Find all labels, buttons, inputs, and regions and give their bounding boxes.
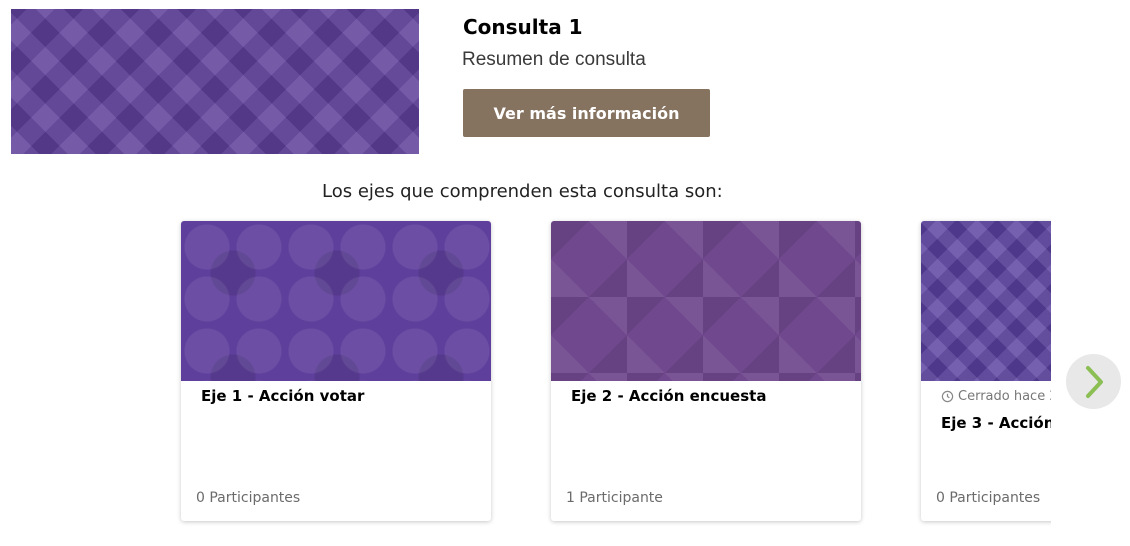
consultation-summary: Resumen de consulta xyxy=(462,49,646,70)
axis-card-image xyxy=(551,221,861,381)
axis-card-1[interactable]: Eje 1 - Acción votar 0 Participantes xyxy=(181,221,491,521)
consultation-banner-image xyxy=(11,9,419,154)
more-info-button[interactable]: Ver más información xyxy=(463,89,710,137)
axis-card-2[interactable]: Eje 2 - Acción encuesta 1 Participante xyxy=(551,221,861,521)
axes-intro-text: Los ejes que comprenden esta consulta so… xyxy=(322,181,723,202)
axis-card-status: Cerrado hace 2 xyxy=(941,389,1051,404)
carousel-next-button[interactable] xyxy=(1066,354,1121,409)
axis-card-image xyxy=(181,221,491,381)
axis-card-participants: 1 Participante xyxy=(566,490,663,506)
axis-card-image xyxy=(921,221,1051,381)
clock-icon xyxy=(941,390,954,403)
axis-card-title: Eje 1 - Acción votar xyxy=(201,387,365,405)
consultation-title: Consulta 1 xyxy=(463,15,583,39)
axis-card-title: Eje 2 - Acción encuesta xyxy=(571,387,767,405)
axis-card-3[interactable]: Cerrado hace 2 Eje 3 - Acción j 0 Partic… xyxy=(921,221,1051,521)
axis-card-participants: 0 Participantes xyxy=(936,490,1041,506)
chevron-right-icon xyxy=(1085,365,1103,398)
axis-card-participants: 0 Participantes xyxy=(196,490,301,506)
axis-card-title: Eje 3 - Acción j xyxy=(941,414,1051,432)
axes-carousel: Eje 1 - Acción votar 0 Participantes Eje… xyxy=(175,215,1051,535)
axis-card-status-text: Cerrado hace 2 xyxy=(958,389,1051,404)
